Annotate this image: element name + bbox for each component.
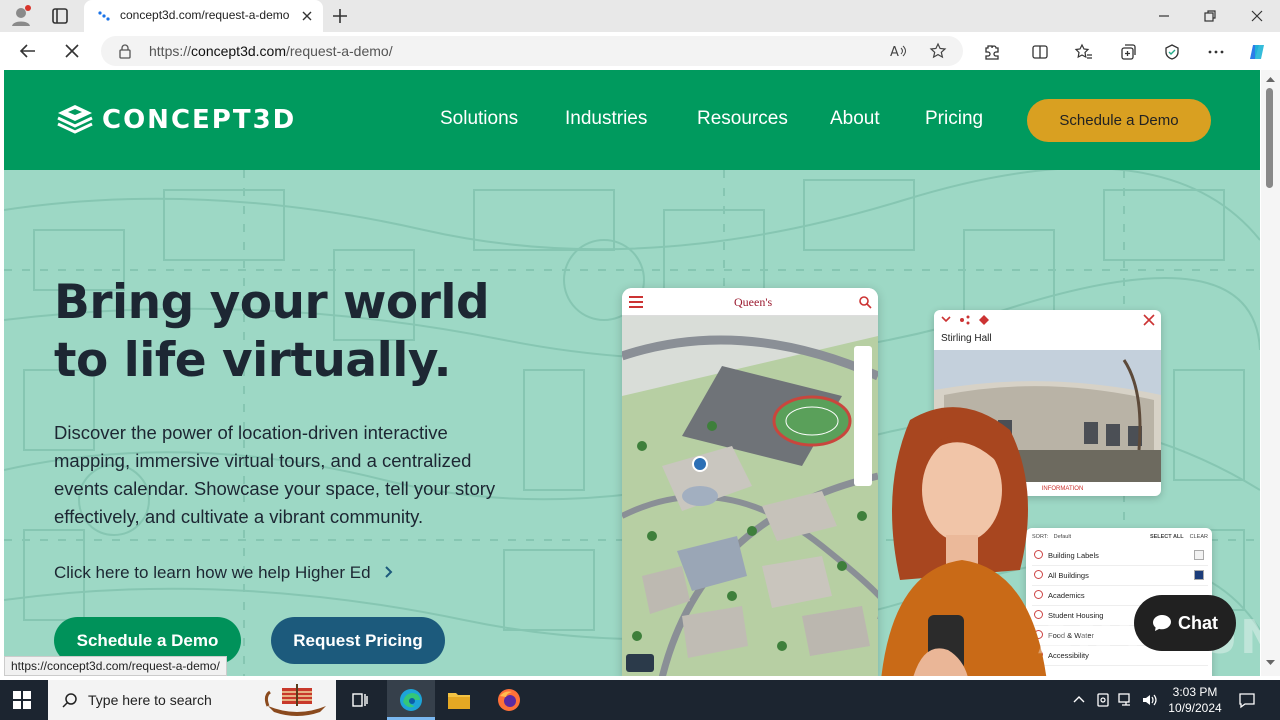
minimize-icon[interactable]: [1154, 6, 1174, 26]
scroll-down-icon[interactable]: [1266, 660, 1275, 666]
more-menu-icon[interactable]: [1206, 42, 1226, 62]
clock-time: 3:03 PM: [1172, 685, 1218, 699]
web-page: CONCEPT3D Solutions Industries Resources…: [4, 70, 1260, 676]
svg-text:A: A: [890, 45, 899, 60]
taskbar-search-box[interactable]: Type here to search: [48, 680, 336, 720]
tab-actions-icon[interactable]: [48, 6, 72, 26]
filter-select-all-label: SELECT ALL: [1149, 534, 1184, 540]
back-icon[interactable]: [18, 41, 38, 61]
restore-icon[interactable]: [1200, 6, 1220, 26]
split-screen-icon[interactable]: [1030, 42, 1050, 62]
filter-row: All Buildings: [1032, 566, 1208, 586]
profile-icon[interactable]: [10, 5, 32, 27]
url-text: https://concept3d.com/request-a-demo/: [149, 43, 393, 59]
browser-essentials-icon[interactable]: [1162, 42, 1182, 62]
edge-icon: [400, 689, 422, 711]
nav-resources[interactable]: Resources: [697, 108, 788, 130]
taskbar-clock[interactable]: 3:03 PM 10/9/2024: [1164, 684, 1226, 716]
taskbar-firefox-button[interactable]: [485, 680, 533, 720]
device-icon[interactable]: [1094, 691, 1112, 709]
lock-icon[interactable]: [117, 43, 133, 59]
tab-title: concept3d.com/request-a-demo: [120, 8, 290, 22]
volume-icon[interactable]: [1141, 691, 1159, 709]
scroll-up-icon[interactable]: [1266, 76, 1275, 82]
nav-pricing[interactable]: Pricing: [925, 108, 983, 130]
windows-taskbar: Type here to search 3:03 PM 10/9/2024: [0, 680, 1280, 720]
woman-with-phone-photo: [881, 407, 1047, 676]
copilot-icon[interactable]: [1247, 42, 1267, 62]
hero-section: Bring your world to life virtually. Disc…: [4, 170, 1260, 676]
filter-sort-value: Default: [1053, 534, 1072, 540]
taskbar-search-placeholder: Type here to search: [88, 692, 212, 708]
firefox-icon: [498, 689, 520, 711]
hero-subtitle: Discover the power of location-driven in…: [54, 422, 496, 527]
chat-bubble-icon: [1153, 615, 1171, 631]
status-bar-url: https://concept3d.com/request-a-demo/: [4, 656, 227, 676]
filter-card-header: SORT: Default CLEAR SELECT ALL: [1032, 534, 1208, 540]
phone-map-mockup: Queen's: [622, 288, 878, 676]
folder-icon: [448, 693, 470, 709]
tab-close-icon[interactable]: [299, 8, 315, 24]
task-view-button[interactable]: [336, 680, 384, 720]
chevron-right-icon: [385, 566, 393, 578]
search-icon: [62, 693, 77, 708]
hero-title: Bring your world to life virtually.: [54, 274, 554, 390]
hero-title-line2: to life virtually.: [54, 333, 452, 388]
close-window-icon[interactable]: [1247, 6, 1267, 26]
read-aloud-icon[interactable]: A: [889, 42, 907, 60]
stop-loading-icon[interactable]: [62, 41, 82, 61]
nav-solutions[interactable]: Solutions: [440, 108, 518, 130]
phone-header: Queen's: [622, 288, 878, 316]
chat-label: Chat: [1178, 612, 1218, 633]
request-pricing-button[interactable]: Request Pricing: [271, 617, 445, 664]
card-toolbar-icons: [941, 315, 989, 325]
hero-title-line1: Bring your world: [54, 275, 490, 330]
taskbar-edge-button[interactable]: [387, 680, 435, 720]
nav-about[interactable]: About: [830, 108, 880, 130]
phone-search-icon: [859, 296, 872, 309]
logo-mark-icon: [57, 105, 93, 134]
browser-tab-bar: concept3d.com/request-a-demo: [0, 0, 1280, 32]
address-bar: https://concept3d.com/request-a-demo/ A: [0, 32, 1280, 70]
clock-date: 10/9/2024: [1168, 701, 1222, 715]
extensions-icon[interactable]: [982, 42, 1002, 62]
header-schedule-demo-button[interactable]: Schedule a Demo: [1027, 99, 1211, 142]
site-header: CONCEPT3D Solutions Industries Resources…: [4, 70, 1260, 170]
campus-3d-map: [622, 316, 878, 676]
hamburger-menu-icon: [629, 296, 643, 308]
url-field[interactable]: https://concept3d.com/request-a-demo/ A: [101, 36, 963, 66]
viking-ship-icon: [264, 684, 326, 716]
favorites-icon[interactable]: [1074, 42, 1094, 62]
card-close-icon: [1143, 314, 1155, 326]
filter-clear-label: CLEAR: [1189, 534, 1208, 540]
chat-button[interactable]: Chat: [1134, 595, 1236, 651]
tab-favicon-icon: [98, 11, 110, 21]
taskbar-explorer-button[interactable]: [435, 680, 483, 720]
page-scrollbar[interactable]: [1261, 70, 1280, 676]
higher-ed-link[interactable]: Click here to learn how we help Higher E…: [54, 563, 393, 583]
scrollbar-thumb[interactable]: [1266, 88, 1273, 188]
map-info-badge: [626, 654, 654, 672]
logo-wordmark: CONCEPT3D: [102, 105, 297, 135]
card-title: Stirling Hall: [941, 333, 992, 344]
new-tab-icon[interactable]: [330, 6, 350, 26]
active-tab[interactable]: concept3d.com/request-a-demo: [84, 0, 323, 32]
notifications-icon[interactable]: [1238, 691, 1256, 709]
collections-icon[interactable]: [1118, 42, 1138, 62]
favorite-star-icon[interactable]: [929, 42, 947, 60]
filter-row: Building Labels: [1032, 546, 1208, 566]
phone-brand: Queen's: [734, 295, 773, 309]
network-icon[interactable]: [1117, 691, 1135, 709]
show-hidden-icons-icon[interactable]: [1070, 691, 1088, 709]
task-view-icon: [352, 693, 368, 707]
nav-industries[interactable]: Industries: [565, 108, 647, 130]
windows-start-icon[interactable]: [12, 690, 32, 710]
higher-ed-link-label: Click here to learn how we help Higher E…: [54, 563, 371, 582]
